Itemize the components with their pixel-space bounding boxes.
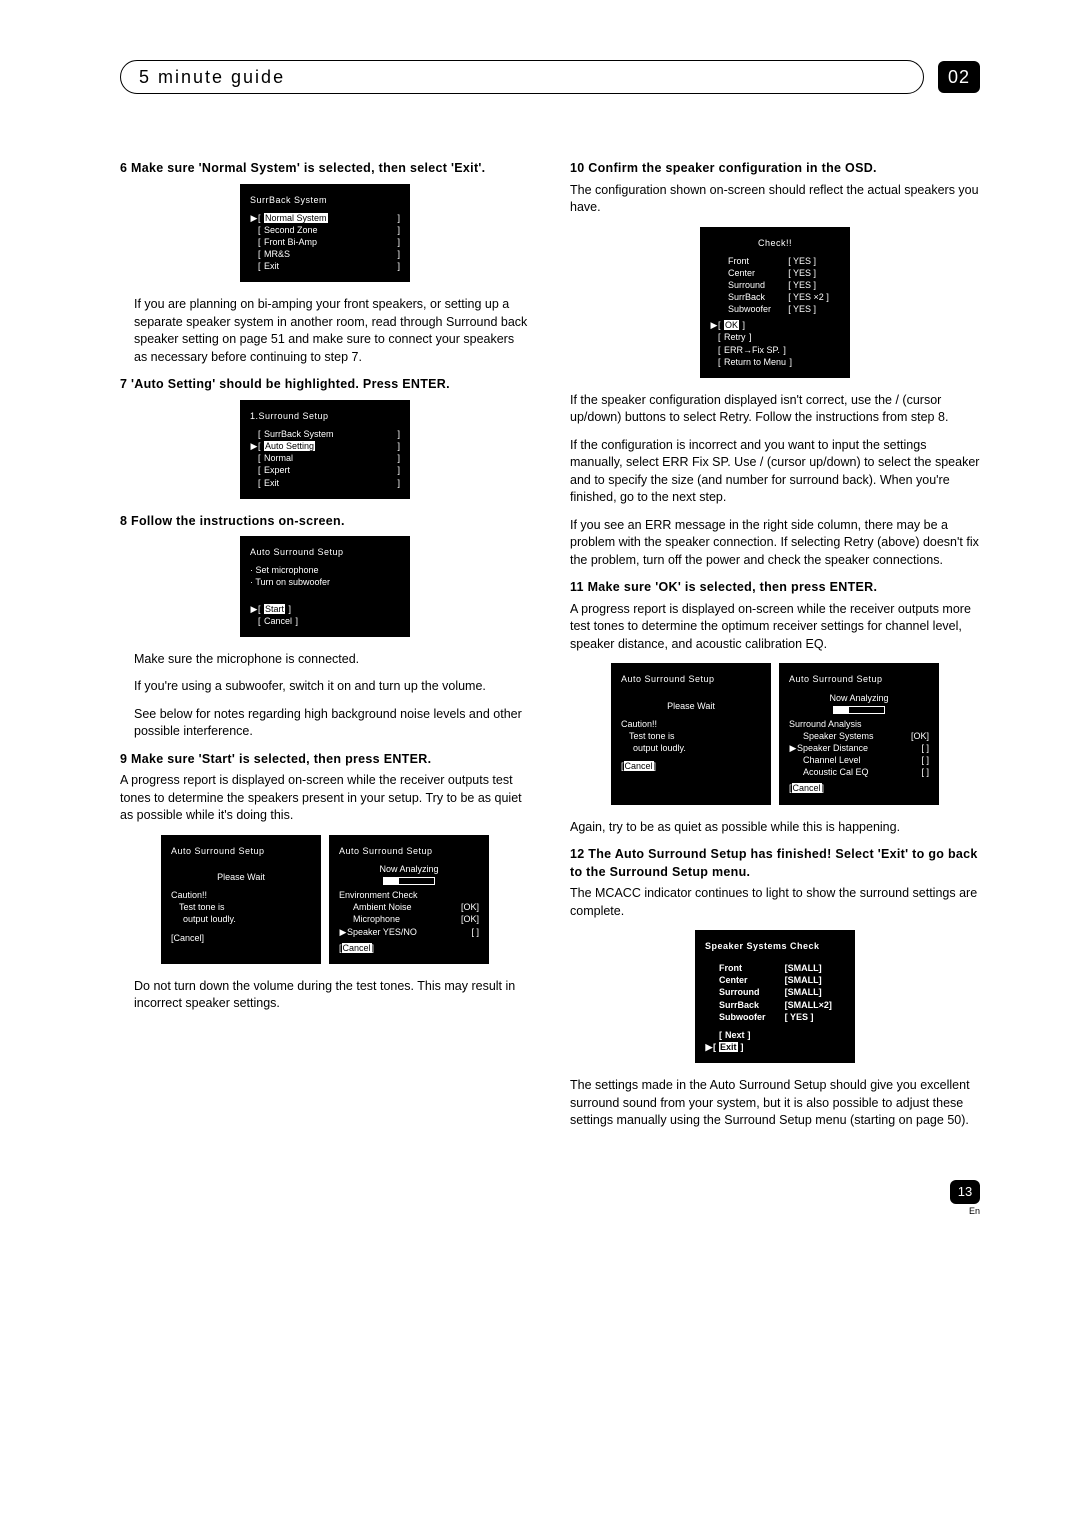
osd-surrback-system: SurrBack System ▶[Normal System] [Second… (240, 184, 410, 283)
osd-please-wait-2: Auto Surround Setup Please Wait Caution!… (611, 663, 771, 804)
osd-please-wait: Auto Surround Setup Please Wait Caution!… (161, 835, 321, 964)
step-8-heading: 8 Follow the instructions on-screen. (120, 513, 530, 531)
step-11-heading: 11 Make sure 'OK' is selected, then pres… (570, 579, 980, 597)
osd-check: Check!! Front[ YES ] Center[ YES ] Surro… (700, 227, 850, 378)
osd-now-analyzing-env: Auto Surround Setup Now Analyzing Enviro… (329, 835, 489, 964)
step-11-p1: A progress report is displayed on-screen… (570, 601, 980, 654)
osd-now-analyzing-surround: Auto Surround Setup Now Analyzing Surrou… (779, 663, 939, 804)
step-12-p1: The MCACC indicator continues to light t… (570, 885, 980, 920)
osd-pair-step9: Auto Surround Setup Please Wait Caution!… (120, 835, 530, 964)
step-7-heading: 7 'Auto Setting' should be highlighted. … (120, 376, 530, 394)
chapter-number: 02 (938, 61, 980, 93)
osd-auto-surround-instructions: Auto Surround Setup · Set microphone · T… (240, 536, 410, 637)
body-columns: 6 Make sure 'Normal System' is selected,… (120, 154, 980, 1140)
step-9-p1: A progress report is displayed on-screen… (120, 772, 530, 825)
step-10-p2: If the speaker configuration displayed i… (570, 392, 980, 427)
osd-title: 1.Surround Setup (250, 410, 400, 422)
page-header: 5 minute guide 02 (120, 60, 980, 94)
step-8-p3: See below for notes regarding high backg… (134, 706, 530, 741)
step-10-p1: The configuration shown on-screen should… (570, 182, 980, 217)
step-6-note: If you are planning on bi-amping your fr… (134, 296, 530, 366)
step-10-p3: If the configuration is incorrect and yo… (570, 437, 980, 507)
page-number: 13 (950, 1180, 980, 1204)
step-12-heading: 12 The Auto Surround Setup has finished!… (570, 846, 980, 881)
step-10-p4: If you see an ERR message in the right s… (570, 517, 980, 570)
chapter-title: 5 minute guide (120, 60, 924, 94)
step-8-p1: Make sure the microphone is connected. (134, 651, 530, 669)
osd-pair-step11: Auto Surround Setup Please Wait Caution!… (570, 663, 980, 804)
step-6-heading: 6 Make sure 'Normal System' is selected,… (120, 160, 530, 178)
page-footer: 13 En (120, 1180, 980, 1216)
step-12-p2: The settings made in the Auto Surround S… (570, 1077, 980, 1130)
osd-surround-setup: 1.Surround Setup [SurrBack System] ▶[Aut… (240, 400, 410, 499)
osd-title: SurrBack System (250, 194, 400, 206)
right-column: 10 Confirm the speaker configuration in … (570, 154, 980, 1140)
step-9-heading: 9 Make sure 'Start' is selected, then pr… (120, 751, 530, 769)
page-language: En (969, 1206, 980, 1216)
left-column: 6 Make sure 'Normal System' is selected,… (120, 154, 530, 1140)
manual-page: 5 minute guide 02 6 Make sure 'Normal Sy… (0, 0, 1080, 1276)
osd-title: Auto Surround Setup (250, 546, 400, 558)
step-11-p2: Again, try to be as quiet as possible wh… (570, 819, 980, 837)
step-8-p2: If you're using a subwoofer, switch it o… (134, 678, 530, 696)
step-9-p2: Do not turn down the volume during the t… (134, 978, 530, 1013)
step-10-heading: 10 Confirm the speaker configuration in … (570, 160, 980, 178)
osd-speaker-systems-check: Speaker Systems Check Front[SMALL] Cente… (695, 930, 855, 1063)
